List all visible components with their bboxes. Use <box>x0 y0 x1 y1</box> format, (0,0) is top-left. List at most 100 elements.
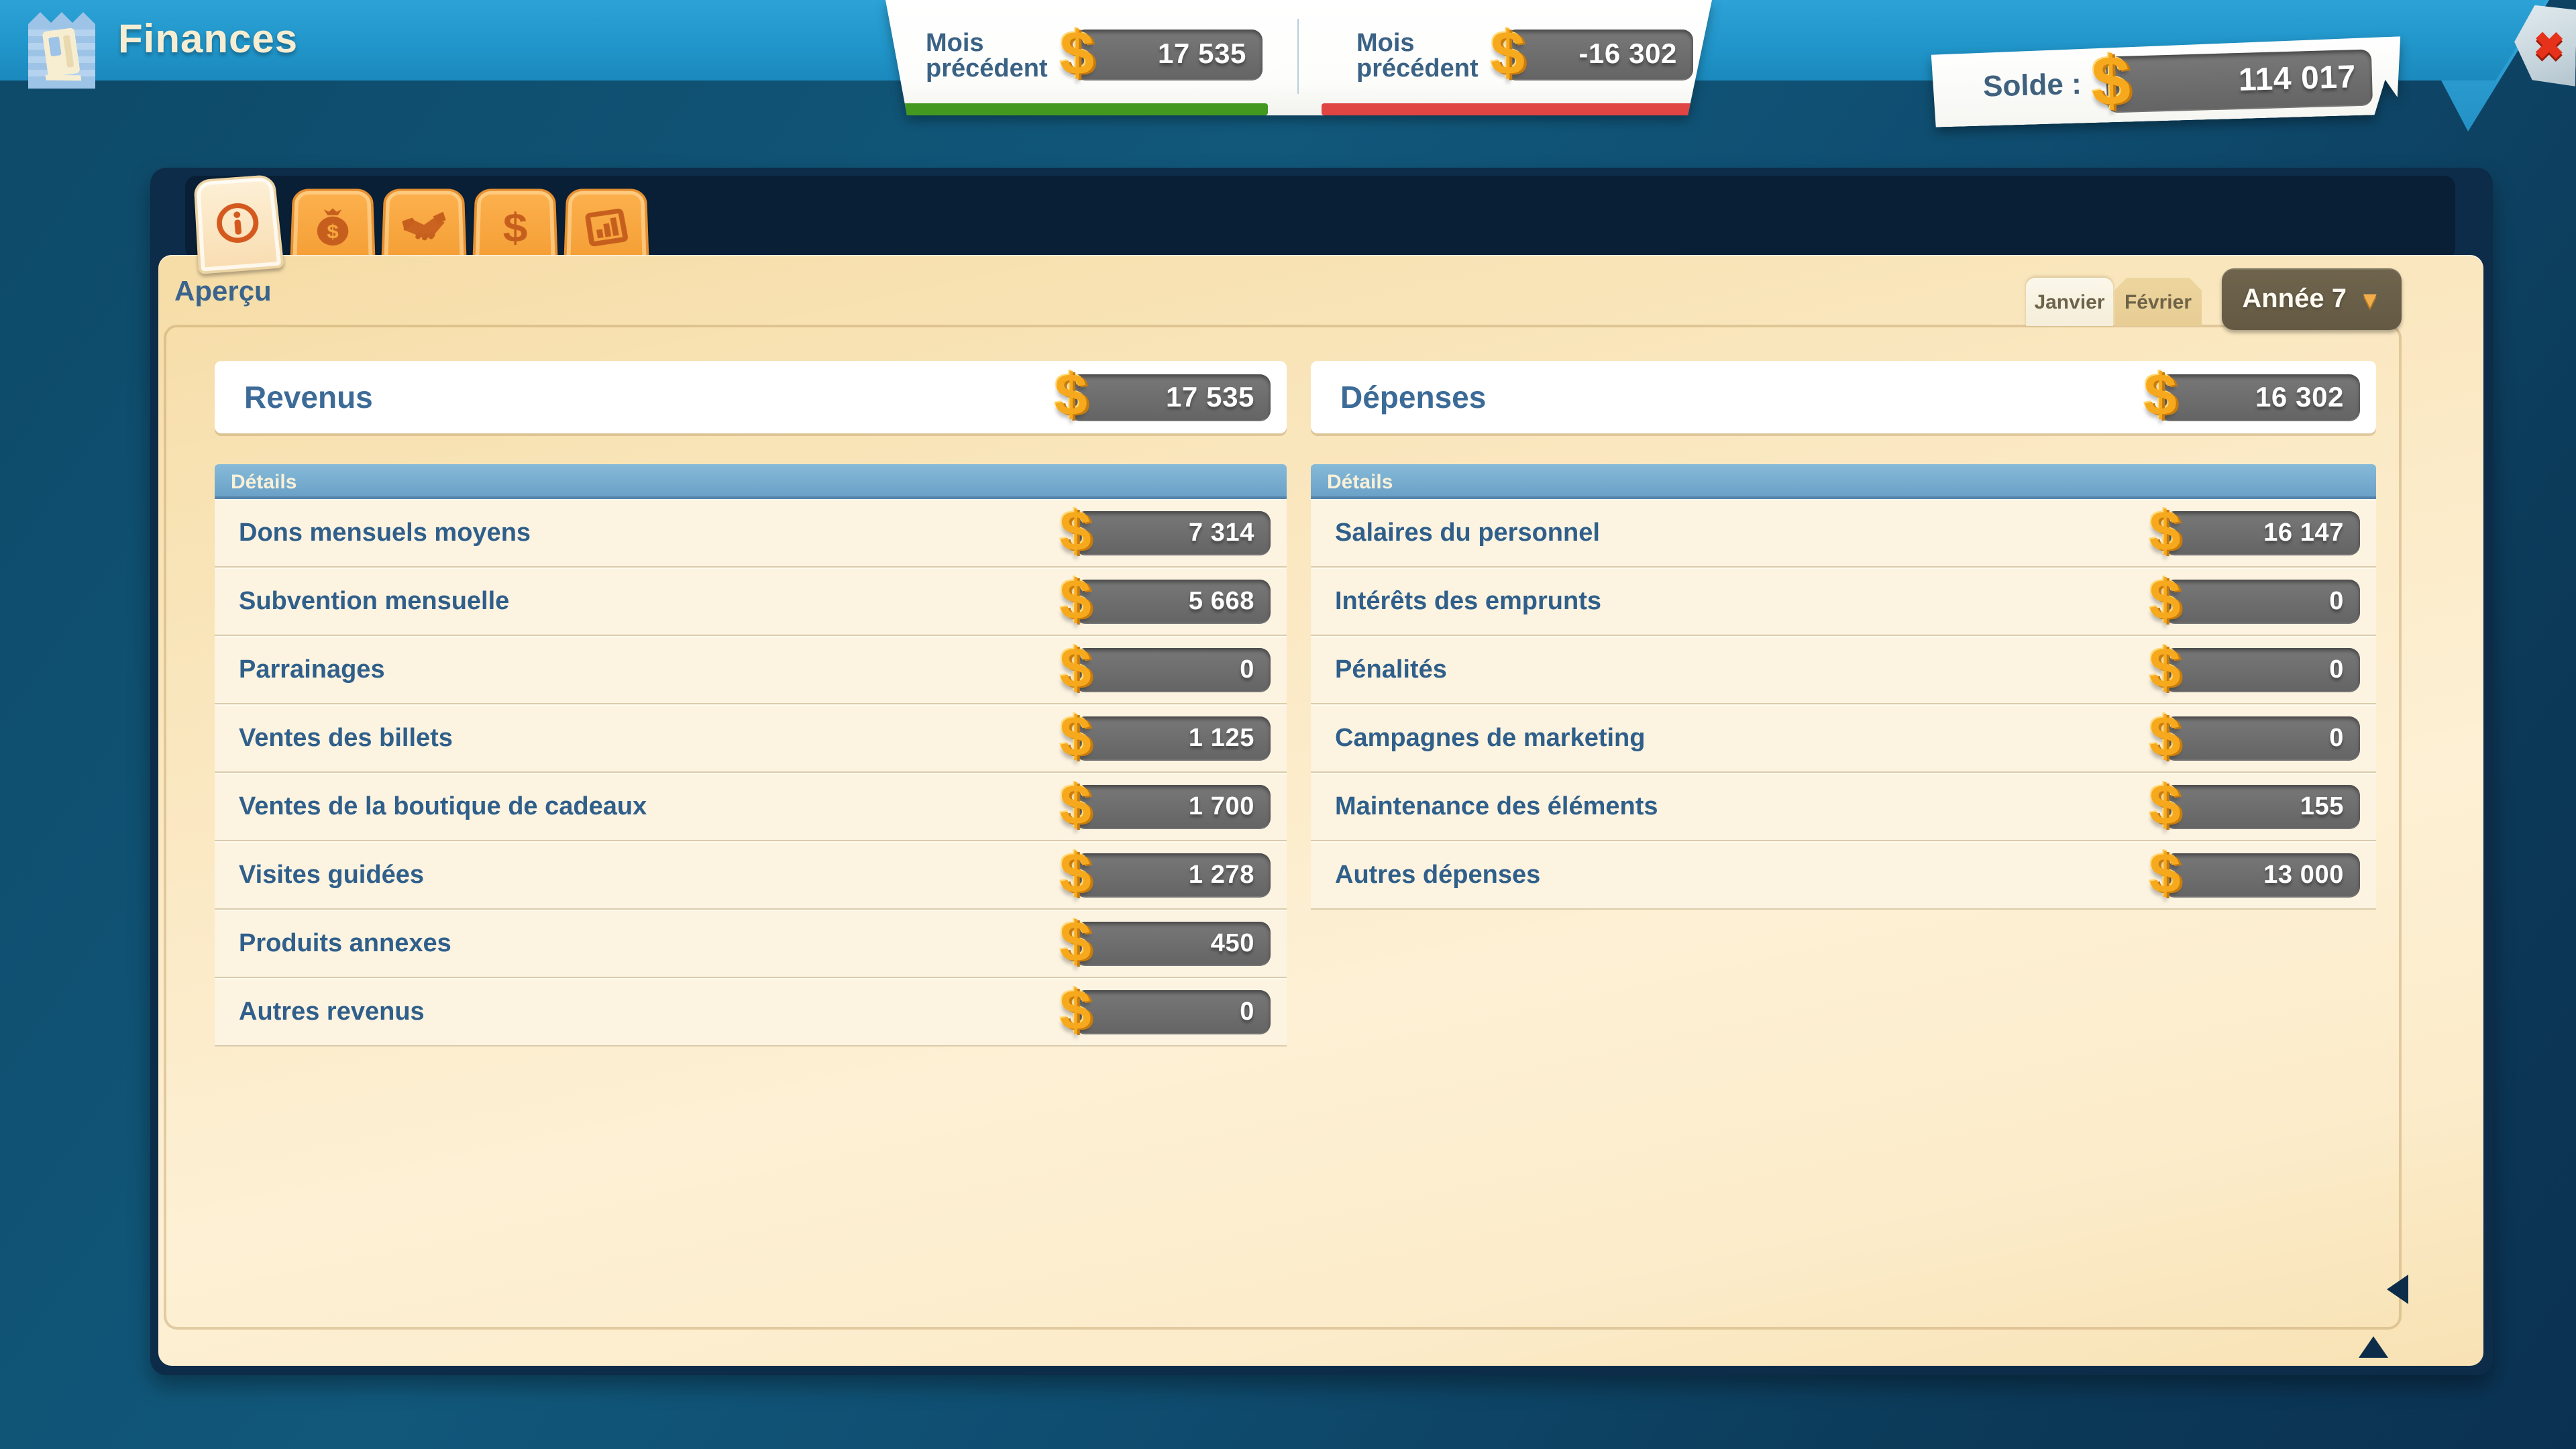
row-value-pill: 0 <box>2164 648 2360 692</box>
month-tab-label: Février <box>2125 290 2192 313</box>
row-label: Ventes des billets <box>239 724 453 753</box>
row-label: Parrainages <box>239 655 385 685</box>
month-tab-janvier[interactable]: Janvier <box>2026 278 2113 326</box>
row-value-pill: 155 <box>2164 785 2360 829</box>
details-header: Détails <box>1311 464 2376 499</box>
row-value-pill: 0 <box>1075 648 1271 692</box>
table-row: Ventes des billets 1 125 <box>215 704 1287 773</box>
row-label: Dons mensuels moyens <box>239 519 531 548</box>
expense-trend-bar <box>1322 103 1715 115</box>
row-label: Autres dépenses <box>1335 861 1540 890</box>
revenues-total: 17 535 <box>1166 382 1254 414</box>
month-tab-fevrier[interactable]: Février <box>2114 278 2202 326</box>
income-pill: 17 535 <box>1075 30 1263 80</box>
balance-banner: Solde : 114 017 <box>1932 43 2402 121</box>
row-label: Intérêts des emprunts <box>1335 587 1601 616</box>
row-value-pill: 16 147 <box>2164 511 2360 555</box>
row-label: Pénalités <box>1335 655 1447 685</box>
table-row: Parrainages 0 <box>215 636 1287 704</box>
info-icon <box>213 199 263 247</box>
row-value-pill: 0 <box>1075 990 1271 1034</box>
dollar-icon <box>1060 572 1091 628</box>
row-value: 1 125 <box>1189 724 1254 753</box>
row-label: Campagnes de marketing <box>1335 724 1646 753</box>
prev-month-income: Mois précédent 17 535 <box>867 0 1297 115</box>
dollar-icon <box>1060 708 1091 765</box>
table-row: Produits annexes 450 <box>215 910 1287 978</box>
row-value: 155 <box>2300 792 2344 822</box>
stat-label: précédent <box>1356 58 1479 83</box>
dollar-icon <box>1060 982 1091 1038</box>
table-row: Salaires du personnel 16 147 <box>1311 499 2376 568</box>
table-row: Maintenance des éléments 155 <box>1311 773 2376 841</box>
table-row: Autres revenus 0 <box>215 978 1287 1046</box>
dollar-icon <box>1055 366 1087 425</box>
row-value-pill: 5 668 <box>1075 580 1271 624</box>
stat-label: précédent <box>926 58 1048 83</box>
revenues-card: Revenus 17 535 <box>215 361 1287 433</box>
row-label: Produits annexes <box>239 929 451 959</box>
svg-text:$: $ <box>327 221 339 243</box>
expenses-rows: Salaires du personnel 16 147 Intérêts de… <box>1311 499 2376 910</box>
row-value-pill: 450 <box>1075 922 1271 966</box>
dollar-icon <box>2149 503 2181 559</box>
row-label: Visites guidées <box>239 861 424 890</box>
year-dropdown-label: Année 7 <box>2242 284 2347 315</box>
row-label: Ventes de la boutique de cadeaux <box>239 792 647 822</box>
svg-text:$: $ <box>502 206 527 250</box>
month-summary-banner: Mois précédent 17 535 Mois précédent -16… <box>867 0 1728 115</box>
row-value: 0 <box>2329 655 2344 685</box>
row-value: 1 700 <box>1189 792 1254 822</box>
row-label: Maintenance des éléments <box>1335 792 1658 822</box>
frame-notch-left <box>2387 1275 2408 1304</box>
dollar-icon <box>1491 21 1525 83</box>
expenses-details: Détails Salaires du personnel 16 147 Int… <box>1311 464 2376 910</box>
table-row: Ventes de la boutique de cadeaux 1 700 <box>215 773 1287 841</box>
table-row: Pénalités 0 <box>1311 636 2376 704</box>
row-value-pill: 7 314 <box>1075 511 1271 555</box>
table-row: Autres dépenses 13 000 <box>1311 841 2376 910</box>
prev-month-expense: Mois précédent -16 302 <box>1297 0 1728 115</box>
dollar-icon <box>2149 572 2181 628</box>
expenses-title: Dépenses <box>1340 379 1486 415</box>
handshake-icon <box>400 206 448 250</box>
finances-window: $ $ Aperçu <box>0 0 2576 1449</box>
row-value: 16 147 <box>2263 519 2344 548</box>
details-header: Détails <box>215 464 1287 499</box>
row-value: 0 <box>1240 655 1254 685</box>
row-value: 450 <box>1211 929 1254 959</box>
income-trend-bar <box>885 103 1268 115</box>
money-bag-icon: $ <box>309 206 357 250</box>
table-row: Subvention mensuelle 5 668 <box>215 568 1287 636</box>
dollar-icon <box>2149 708 2181 765</box>
stat-label: Mois <box>926 33 1048 58</box>
balance-label: Solde : <box>1982 67 2082 105</box>
table-row: Visites guidées 1 278 <box>215 841 1287 910</box>
row-value: 7 314 <box>1189 519 1254 548</box>
revenues-rows: Dons mensuels moyens 7 314 Subvention me… <box>215 499 1287 1046</box>
row-value: 1 278 <box>1189 861 1254 890</box>
row-value-pill: 1 278 <box>1075 853 1271 898</box>
frame-notch-up <box>2359 1336 2388 1358</box>
row-value: 0 <box>1240 998 1254 1027</box>
row-value-pill: 1 700 <box>1075 785 1271 829</box>
dollar-icon <box>1060 845 1091 902</box>
revenues-total-pill: 17 535 <box>1069 374 1271 421</box>
row-value: 0 <box>2329 724 2344 753</box>
dollar-icon <box>2149 640 2181 696</box>
dollar-icon <box>1060 503 1091 559</box>
row-label: Subvention mensuelle <box>239 587 509 616</box>
row-label: Salaires du personnel <box>1335 519 1600 548</box>
stat-label: Mois <box>1356 33 1479 58</box>
tab-overview[interactable] <box>193 174 284 274</box>
row-value-pill: 1 125 <box>1075 716 1271 761</box>
dollar-icon <box>1060 914 1091 970</box>
window-title: Finances <box>118 17 298 63</box>
year-dropdown[interactable]: Année 7 ▼ <box>2222 268 2402 330</box>
revenues-details: Détails Dons mensuels moyens 7 314 Subve… <box>215 464 1287 1046</box>
dollar-icon: $ <box>492 206 539 250</box>
row-value: 0 <box>2329 587 2344 616</box>
page-title: Aperçu <box>174 276 272 309</box>
expenses-total: 16 302 <box>2255 382 2344 414</box>
receipt-icon <box>24 8 99 94</box>
